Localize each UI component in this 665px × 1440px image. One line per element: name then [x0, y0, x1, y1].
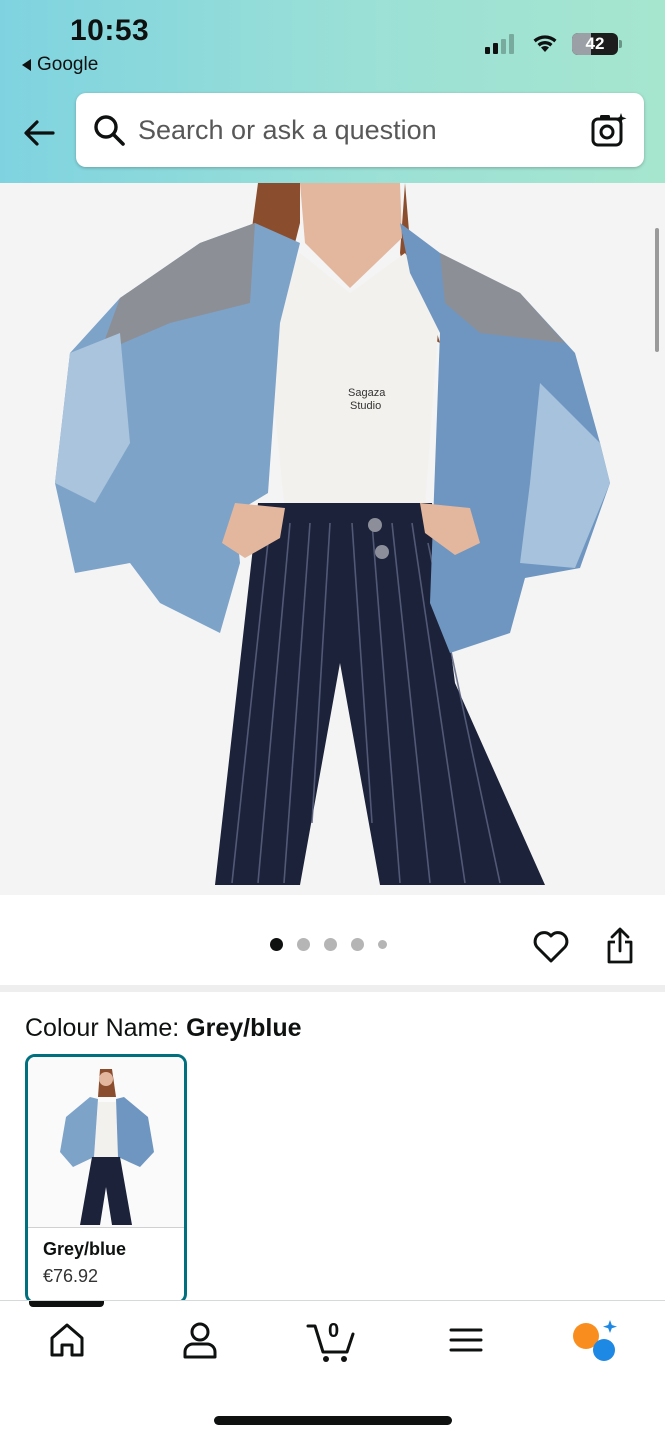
- swatch-separator: [28, 1227, 184, 1228]
- back-triangle-icon: [22, 59, 31, 71]
- search-bar[interactable]: [76, 93, 644, 167]
- active-tab-indicator: [29, 1301, 104, 1307]
- scrollbar[interactable]: [655, 228, 659, 352]
- product-image[interactable]: Sagaza Studio: [0, 183, 665, 895]
- menu-icon[interactable]: [448, 1320, 484, 1360]
- back-arrow-icon[interactable]: [20, 114, 58, 152]
- colour-selected-value: Grey/blue: [186, 1014, 302, 1042]
- shirt-brand-line2: Studio: [350, 400, 381, 412]
- share-icon[interactable]: [604, 927, 636, 965]
- image-dot-1[interactable]: [270, 938, 283, 951]
- search-input[interactable]: [138, 111, 578, 149]
- battery-percent: 42: [585, 34, 605, 53]
- app-header: 10:53 Google 42: [0, 0, 665, 183]
- back-app-label: Google: [37, 54, 99, 75]
- battery-tip: [619, 40, 622, 48]
- wishlist-heart-icon[interactable]: [532, 930, 570, 964]
- battery-icon: 42: [572, 33, 618, 55]
- wifi-icon: [533, 35, 557, 52]
- colour-name-label: Colour Name: Grey/blue: [25, 1014, 302, 1043]
- camera-search-icon[interactable]: [590, 111, 628, 149]
- image-pagination-dots[interactable]: [270, 938, 387, 951]
- back-to-app-link[interactable]: Google: [22, 54, 98, 76]
- image-dot-5[interactable]: [378, 940, 387, 949]
- colour-option-price: €76.92: [43, 1266, 99, 1286]
- status-time: 10:53: [70, 14, 150, 47]
- image-dot-4[interactable]: [351, 938, 364, 951]
- shirt-brand-line1: Sagaza: [348, 387, 386, 399]
- colour-option-thumbnail: [28, 1057, 184, 1227]
- image-dot-2[interactable]: [297, 938, 310, 951]
- colour-option-name: Grey/blue: [43, 1239, 127, 1259]
- product-photo-illustration: Sagaza Studio: [55, 183, 610, 885]
- rufus-assistant-icon[interactable]: [570, 1318, 620, 1364]
- home-indicator[interactable]: [214, 1416, 452, 1425]
- image-dot-3[interactable]: [324, 938, 337, 951]
- cart-count: 0: [328, 1320, 340, 1342]
- search-icon: [94, 115, 125, 146]
- cellular-signal-icon: [485, 34, 514, 54]
- home-icon[interactable]: [48, 1320, 86, 1360]
- colour-label-prefix: Colour Name:: [25, 1014, 187, 1042]
- colour-option-grey-blue[interactable]: Grey/blue €76.92: [25, 1054, 187, 1304]
- section-divider: [0, 985, 665, 992]
- account-icon[interactable]: [182, 1320, 218, 1360]
